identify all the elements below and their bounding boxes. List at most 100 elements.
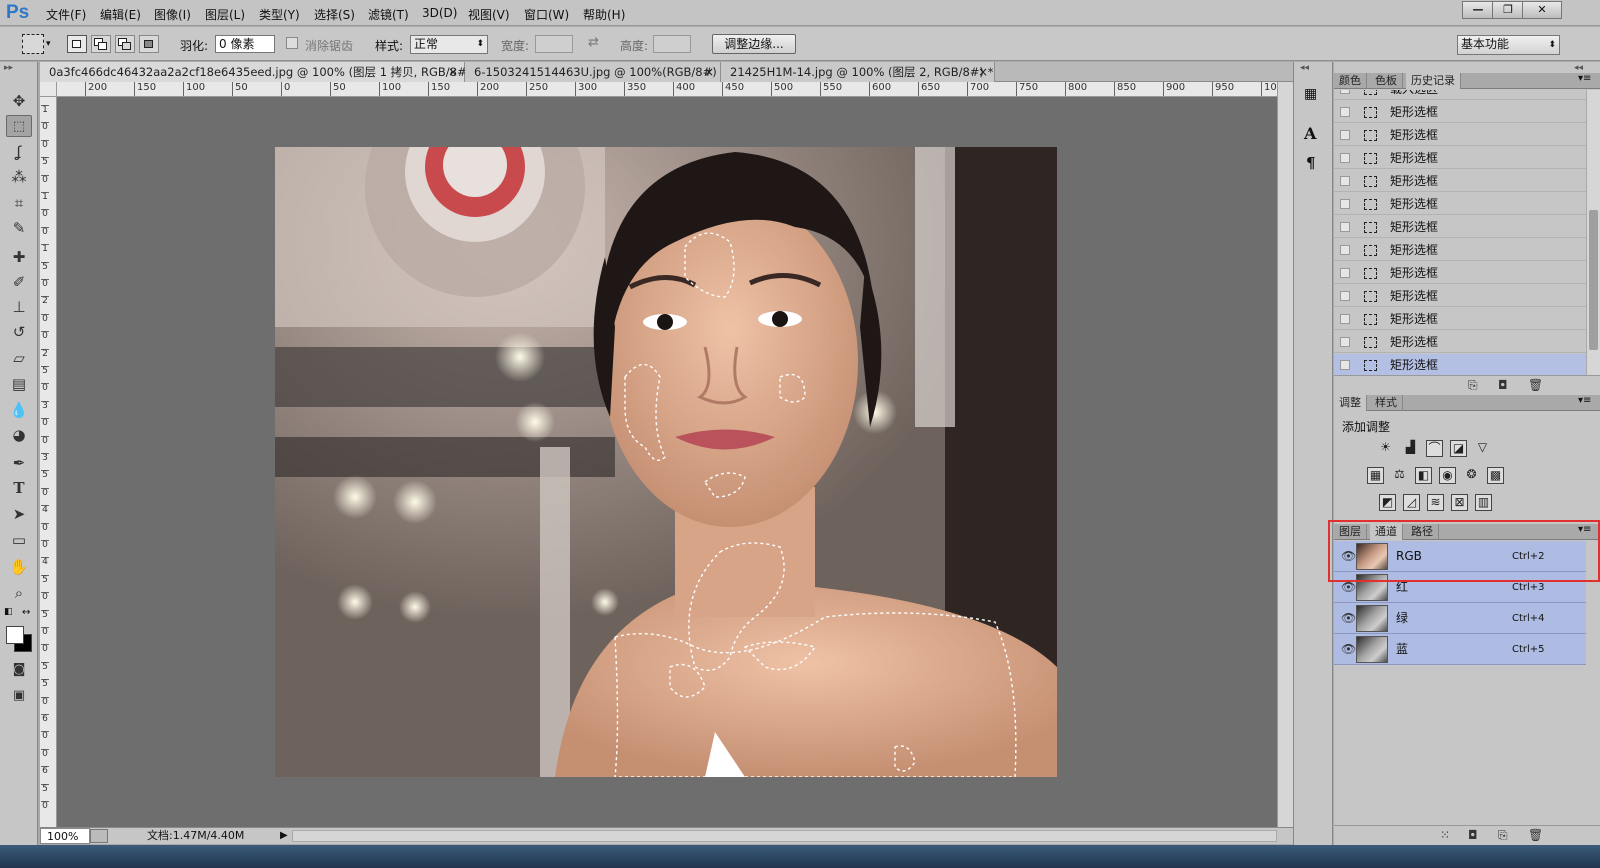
antialias-checkbox[interactable] xyxy=(286,37,298,49)
history-item[interactable]: 矩形选框 xyxy=(1334,101,1586,123)
eraser-tool-icon[interactable]: ▱ xyxy=(6,347,32,369)
tab-history[interactable]: 历史记录 xyxy=(1406,73,1461,89)
type-tool-icon[interactable]: T xyxy=(6,477,32,499)
collapse-icon[interactable]: ◂◂ xyxy=(1300,63,1309,73)
gradient-tool-icon[interactable]: ▤ xyxy=(6,373,32,395)
history-scroll-thumb[interactable] xyxy=(1589,210,1598,350)
tab-adjustments[interactable]: 调整 xyxy=(1334,395,1367,411)
menu-type[interactable]: 类型(Y) xyxy=(259,6,300,23)
gradient-map-icon[interactable]: ▥ xyxy=(1475,494,1492,511)
menu-filter[interactable]: 滤镜(T) xyxy=(368,6,409,23)
restore-button[interactable]: ❐ xyxy=(1492,1,1524,19)
close-icon[interactable]: × xyxy=(704,62,714,82)
chevron-down-icon[interactable]: ▾ xyxy=(46,39,51,49)
history-scrollbar[interactable] xyxy=(1586,90,1600,375)
marquee-tool-icon[interactable]: ⬚ xyxy=(6,115,32,137)
vibrance-icon[interactable]: ▽ xyxy=(1474,440,1491,457)
screen-mode-icon[interactable]: ▣ xyxy=(6,685,32,707)
tab-doc-1[interactable]: 0a3fc466dc46432aa2a2cf18e6435eed.jpg @ 1… xyxy=(40,62,481,82)
add-selection-mode-button[interactable] xyxy=(91,35,111,53)
lasso-tool-icon[interactable]: ʆ xyxy=(6,141,32,163)
save-selection-icon[interactable]: ◘ xyxy=(1468,828,1478,842)
threshold-icon[interactable]: ≋ xyxy=(1427,494,1444,511)
shape-tool-icon[interactable]: ▭ xyxy=(6,529,32,551)
history-item[interactable]: 矩形选框 xyxy=(1334,124,1586,146)
history-item[interactable]: 矩形选框 xyxy=(1334,239,1586,261)
intersect-selection-mode-button[interactable] xyxy=(139,35,159,53)
minimize-button[interactable]: — xyxy=(1462,1,1494,19)
curves-icon[interactable]: ⌒ xyxy=(1426,440,1443,457)
photo-image[interactable] xyxy=(275,147,1057,777)
expand-icon[interactable]: ▸▸ xyxy=(4,63,13,73)
vertical-scrollbar[interactable] xyxy=(1277,82,1293,827)
dodge-tool-icon[interactable]: ◕ xyxy=(6,424,32,446)
close-icon[interactable]: × xyxy=(448,62,458,82)
color-lookup-icon[interactable]: ▩ xyxy=(1487,467,1504,484)
collapse-icon[interactable]: ◂◂ xyxy=(1574,63,1583,73)
close-icon[interactable]: × xyxy=(978,62,988,82)
brightness-icon[interactable]: ☀ xyxy=(1377,440,1394,457)
black-white-icon[interactable]: ◧ xyxy=(1415,467,1432,484)
eye-icon[interactable]: 👁 xyxy=(1341,603,1356,634)
menu-edit[interactable]: 编辑(E) xyxy=(100,6,141,23)
history-item[interactable]: 矩形选框 xyxy=(1334,193,1586,215)
color-balance-icon[interactable]: ⚖ xyxy=(1391,467,1408,484)
tab-color[interactable]: 颜色 xyxy=(1334,73,1367,89)
history-item[interactable]: 矩形选框 xyxy=(1334,285,1586,307)
hue-saturation-icon[interactable]: ▦ xyxy=(1367,467,1384,484)
exposure-icon[interactable]: ◪ xyxy=(1450,440,1467,457)
menu-image[interactable]: 图像(I) xyxy=(154,6,191,23)
history-item-current[interactable]: 矩形选框 xyxy=(1334,354,1586,375)
zoom-tool-icon[interactable]: ⌕ xyxy=(6,582,32,604)
history-item[interactable]: 载入选区 xyxy=(1334,90,1586,100)
history-item[interactable]: 矩形选框 xyxy=(1334,216,1586,238)
menu-layer[interactable]: 图层(L) xyxy=(205,6,245,23)
channel-mixer-icon[interactable]: ❂ xyxy=(1463,467,1480,484)
history-brush-tool-icon[interactable]: ↺ xyxy=(6,321,32,343)
history-item[interactable]: 矩形选框 xyxy=(1334,308,1586,330)
default-colors-icon[interactable]: ◧ xyxy=(4,607,13,617)
paragraph-panel-icon[interactable]: ¶ xyxy=(1306,154,1316,172)
ruler-origin[interactable] xyxy=(40,82,57,97)
camera-snapshot-icon[interactable]: ◘ xyxy=(1498,378,1508,392)
trash-icon[interactable]: 🗑 xyxy=(1528,378,1543,392)
brush-tool-icon[interactable]: ✐ xyxy=(6,271,32,293)
tab-doc-3[interactable]: 21425H1M-14.jpg @ 100% (图层 2, RGB/8#) * × xyxy=(721,62,995,82)
tab-doc-2[interactable]: 6-1503241514463U.jpg @ 100%(RGB/8#) × xyxy=(465,62,721,82)
refine-edge-button[interactable]: 调整边缘... xyxy=(712,34,796,54)
quick-mask-icon[interactable]: ◙ xyxy=(6,659,32,681)
crop-tool-icon[interactable]: ⌗ xyxy=(6,192,32,214)
marquee-preset-icon[interactable] xyxy=(22,34,44,54)
trash-icon[interactable]: 🗑 xyxy=(1528,828,1543,842)
swap-colors-icon[interactable]: ↔ xyxy=(22,607,30,618)
menu-window[interactable]: 窗口(W) xyxy=(524,6,569,23)
horizontal-ruler[interactable]: 200 150 100 50 0 50 100 150 200 250 300 350 400 450 50… xyxy=(57,82,1277,97)
new-document-from-state-icon[interactable]: ⎘ xyxy=(1468,378,1478,393)
menu-help[interactable]: 帮助(H) xyxy=(583,6,625,23)
status-menu-arrow-icon[interactable]: ▶ xyxy=(280,828,288,844)
zoom-field[interactable]: 100% xyxy=(40,828,90,844)
levels-icon[interactable]: ▟ xyxy=(1402,440,1419,457)
vertical-ruler[interactable]: 1 0 0 5 0 1 0 0 1 5 0 2 0 0 2 5 0 3 0 0 3 5 0 4 0 0 4 5 0 5 0 0 5 5 0 6 0 0 6 5… xyxy=(40,97,57,827)
path-select-tool-icon[interactable]: ➤ xyxy=(6,503,32,525)
character-panel-icon[interactable]: A xyxy=(1304,124,1316,143)
menu-view[interactable]: 视图(V) xyxy=(468,6,510,23)
menu-file[interactable]: 文件(F) xyxy=(46,6,86,23)
menu-3d[interactable]: 3D(D) xyxy=(422,6,457,20)
menu-select[interactable]: 选择(S) xyxy=(314,6,355,23)
history-item[interactable]: 矩形选框 xyxy=(1334,331,1586,353)
photo-filter-icon[interactable]: ◉ xyxy=(1439,467,1456,484)
history-item[interactable]: 矩形选框 xyxy=(1334,170,1586,192)
foreground-color-swatch[interactable] xyxy=(6,626,24,644)
panel-menu-icon[interactable]: ▾≡ xyxy=(1578,395,1591,406)
tab-styles[interactable]: 样式 xyxy=(1370,395,1403,411)
horizontal-scrollbar[interactable] xyxy=(292,830,1277,842)
panel-menu-icon[interactable]: ▾≡ xyxy=(1578,73,1591,84)
stamp-tool-icon[interactable]: ⊥ xyxy=(6,296,32,318)
style-select[interactable]: 正常 ⬍ xyxy=(410,35,488,54)
close-window-button[interactable]: ✕ xyxy=(1522,1,1562,19)
pen-tool-icon[interactable]: ✒ xyxy=(6,452,32,474)
status-icon[interactable] xyxy=(90,829,108,843)
eyedropper-tool-icon[interactable]: ✎ xyxy=(6,217,32,239)
workspace-select[interactable]: 基本功能 ⬍ xyxy=(1457,35,1560,55)
